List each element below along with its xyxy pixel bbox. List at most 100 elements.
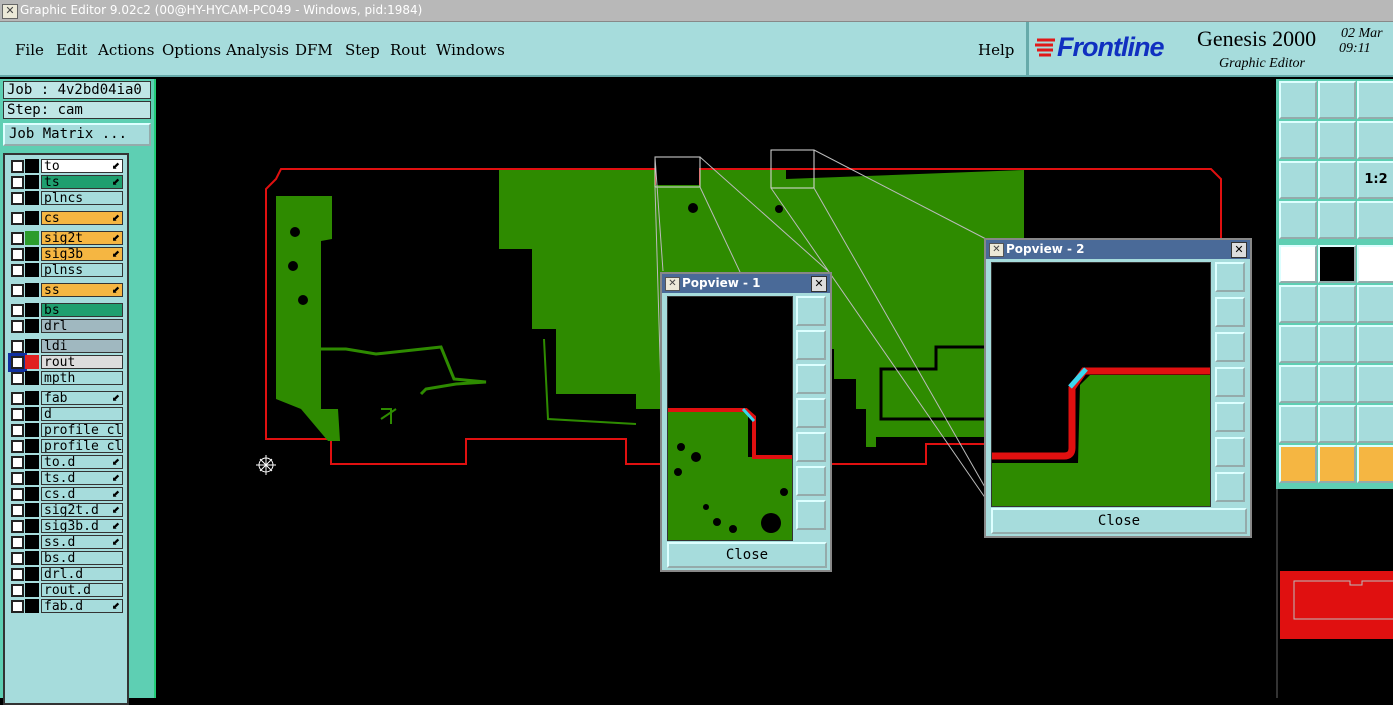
layer-color-swatch[interactable] [25, 211, 39, 225]
line-icon[interactable] [1318, 325, 1356, 363]
layer-checkbox[interactable] [11, 372, 24, 385]
layer-name[interactable]: ss ⬋ [41, 283, 123, 297]
layer-color-swatch[interactable] [25, 471, 39, 485]
layer-name[interactable]: mpth [41, 371, 123, 385]
zoom-ratio-icon[interactable]: 1:2 [1357, 161, 1393, 199]
layer-color-swatch[interactable] [25, 407, 39, 421]
layer-checkbox[interactable] [11, 320, 24, 333]
layer-name[interactable]: plncs [41, 191, 123, 205]
layer-name[interactable]: sig3b.d ⬋ [41, 519, 123, 533]
layer-checkbox[interactable] [11, 520, 24, 533]
layer-row[interactable]: profile_cli [7, 439, 123, 453]
layer-row[interactable]: ss ⬋ [7, 283, 123, 297]
layer-name[interactable]: rout.d [41, 583, 123, 597]
app-icon[interactable]: ✕ [2, 4, 18, 19]
popview-pan-up-button[interactable] [1215, 297, 1245, 327]
layer-color-swatch[interactable] [25, 455, 39, 469]
layer-name[interactable]: bs [41, 303, 123, 317]
layer-row[interactable]: to ⬋ [7, 159, 123, 173]
popview-zoom-out-button[interactable] [796, 500, 826, 530]
menu-windows[interactable]: Windows [436, 41, 505, 59]
layer-row[interactable]: fab ⬋ [7, 391, 123, 405]
layer-checkbox[interactable] [11, 488, 24, 501]
layer-name[interactable]: ldi [41, 339, 123, 353]
layer-name[interactable]: ss.d ⬋ [41, 535, 123, 549]
menu-edit[interactable]: Edit [56, 41, 87, 59]
layer-row[interactable]: ts ⬋ [7, 175, 123, 189]
layer-row[interactable]: d [7, 407, 123, 421]
layer-color-swatch[interactable] [25, 439, 39, 453]
triangle-up-icon[interactable] [1318, 405, 1356, 443]
layer-checkbox[interactable] [11, 192, 24, 205]
layer-color-swatch[interactable] [25, 551, 39, 565]
layer-checkbox[interactable] [11, 176, 24, 189]
layer-color-swatch[interactable] [25, 487, 39, 501]
menu-actions[interactable]: Actions [98, 41, 154, 59]
close-icon[interactable]: ✕ [1231, 242, 1247, 258]
close-icon[interactable]: ✕ [811, 276, 827, 292]
layer-row[interactable]: to.d ⬋ [7, 455, 123, 469]
layer-color-swatch[interactable] [25, 423, 39, 437]
layer-row[interactable]: drl [7, 319, 123, 333]
layer-color-swatch[interactable] [25, 175, 39, 189]
layer-checkbox[interactable] [11, 456, 24, 469]
layer-row[interactable]: rout [7, 353, 123, 372]
layer-color-swatch[interactable] [25, 355, 39, 369]
zoom-back-icon[interactable] [1357, 121, 1393, 159]
layer-name[interactable]: drl [41, 319, 123, 333]
zoom-out-icon[interactable] [1318, 161, 1356, 199]
layer-row[interactable]: ss.d ⬋ [7, 535, 123, 549]
menu-dfm[interactable]: DFM [295, 41, 333, 59]
layer-color-swatch[interactable] [25, 247, 39, 261]
triangle-icon[interactable] [1279, 405, 1317, 443]
layer-color-swatch[interactable] [25, 303, 39, 317]
overview-map[interactable] [1276, 489, 1393, 698]
pan-left-icon[interactable] [1279, 121, 1317, 159]
layer-color-swatch[interactable] [25, 391, 39, 405]
layer-checkbox[interactable] [11, 248, 24, 261]
layer-color-swatch[interactable] [25, 503, 39, 517]
select-box-icon[interactable] [1318, 445, 1356, 483]
snap-icon[interactable] [1318, 201, 1356, 239]
popview-1-close-button[interactable]: Close [667, 542, 827, 568]
layer-checkbox[interactable] [11, 440, 24, 453]
layer-checkbox[interactable] [11, 284, 24, 297]
layer-checkbox[interactable] [11, 264, 24, 277]
layer-name[interactable]: rout [41, 355, 123, 369]
pan-right-icon[interactable] [1318, 121, 1356, 159]
layer-color-swatch[interactable] [25, 371, 39, 385]
layer-row[interactable]: ldi [7, 339, 123, 353]
surface-icon[interactable] [1318, 245, 1356, 283]
layer-name[interactable]: cs.d ⬋ [41, 487, 123, 501]
layer-checkbox[interactable] [11, 536, 24, 549]
layer-checkbox[interactable] [11, 568, 24, 581]
layer-checkbox[interactable] [11, 408, 24, 421]
line-angle-icon[interactable] [1279, 325, 1317, 363]
layer-checkbox[interactable] [11, 472, 24, 485]
menu-analysis[interactable]: Analysis [226, 41, 289, 59]
arc-icon[interactable] [1357, 325, 1393, 363]
popview-1-canvas[interactable] [667, 296, 793, 541]
popview-2-canvas[interactable] [991, 262, 1211, 507]
resize-icon[interactable] [1357, 365, 1393, 403]
ruler-icon[interactable] [1357, 245, 1393, 283]
layer-name[interactable]: bs.d [41, 551, 123, 565]
popview-zoom-in-button[interactable] [1215, 437, 1245, 467]
layer-row[interactable]: drl.d [7, 567, 123, 581]
zoom-in-icon[interactable] [1279, 161, 1317, 199]
connect-icon[interactable] [1279, 285, 1317, 323]
layer-checkbox[interactable] [11, 600, 24, 613]
layer-checkbox[interactable] [11, 160, 24, 173]
layer-name[interactable]: ts ⬋ [41, 175, 123, 189]
popview-zoom-out-button[interactable] [1215, 472, 1245, 502]
layer-row[interactable]: rout.d [7, 583, 123, 597]
menu-options[interactable]: Options [162, 41, 221, 59]
layer-color-swatch[interactable] [25, 567, 39, 581]
layer-checkbox[interactable] [11, 392, 24, 405]
layer-checkbox[interactable] [11, 232, 24, 245]
layer-name[interactable]: sig2t ⬋ [41, 231, 123, 245]
layer-row[interactable]: ts.d ⬋ [7, 471, 123, 485]
layer-color-swatch[interactable] [25, 583, 39, 597]
layer-name[interactable]: d [41, 407, 123, 421]
layer-row[interactable]: sig3b ⬋ [7, 247, 123, 261]
